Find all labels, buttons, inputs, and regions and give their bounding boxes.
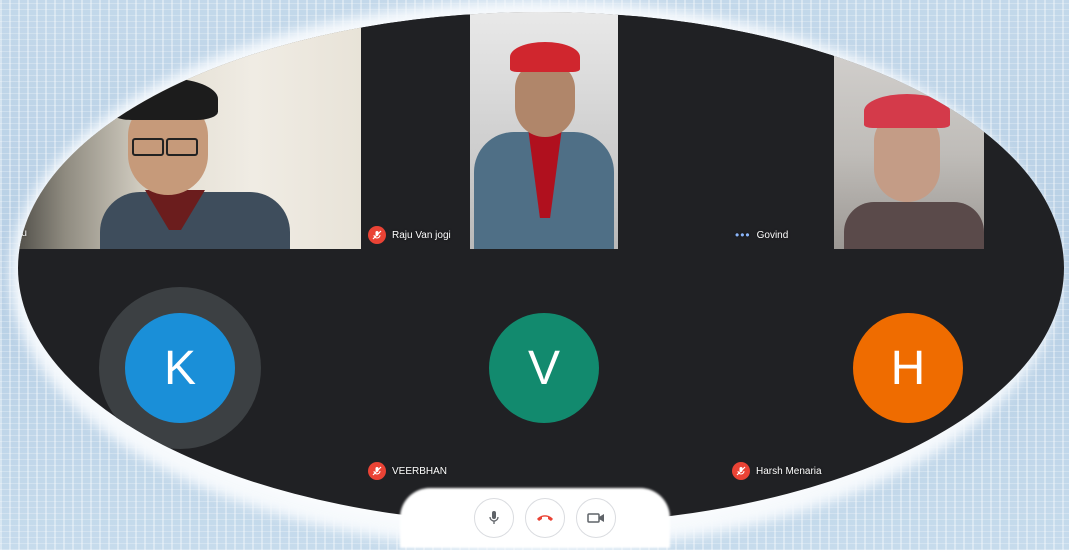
- tile-right-video[interactable]: [834, 12, 984, 249]
- tile-center-video[interactable]: [470, 12, 618, 249]
- participant-name-you: You: [18, 228, 27, 239]
- participant-name-govind: ••• Govind: [735, 228, 789, 242]
- mic-off-icon: [368, 462, 386, 480]
- participant-name-raju: Raju Van jogi: [368, 226, 451, 244]
- participant-video-you: [70, 72, 290, 249]
- mic-off-icon: [732, 462, 750, 480]
- avatar-k[interactable]: K: [125, 313, 235, 423]
- avatar-v[interactable]: V: [489, 313, 599, 423]
- mic-off-icon: [368, 226, 386, 244]
- mic-button[interactable]: [474, 498, 514, 538]
- avatar-h[interactable]: H: [853, 313, 963, 423]
- camera-icon: [587, 513, 604, 523]
- meeting-window: You Raju Van jogi •••: [18, 12, 1064, 524]
- end-call-icon: [537, 515, 553, 521]
- tile-you[interactable]: You: [18, 12, 361, 249]
- tile-govind[interactable]: ••• Govind: [619, 12, 833, 249]
- participant-name-veerbhan: VEERBHAN: [368, 462, 447, 480]
- mic-icon: [489, 511, 499, 524]
- more-options-icon[interactable]: •••: [735, 228, 751, 242]
- tile-raju[interactable]: Raju Van jogi: [362, 12, 469, 249]
- camera-button[interactable]: [576, 498, 616, 538]
- end-call-button[interactable]: [525, 498, 565, 538]
- participant-name-harsh: Harsh Menaria: [732, 462, 822, 480]
- participant-video-right: [834, 72, 984, 249]
- participant-video-center: [470, 32, 618, 249]
